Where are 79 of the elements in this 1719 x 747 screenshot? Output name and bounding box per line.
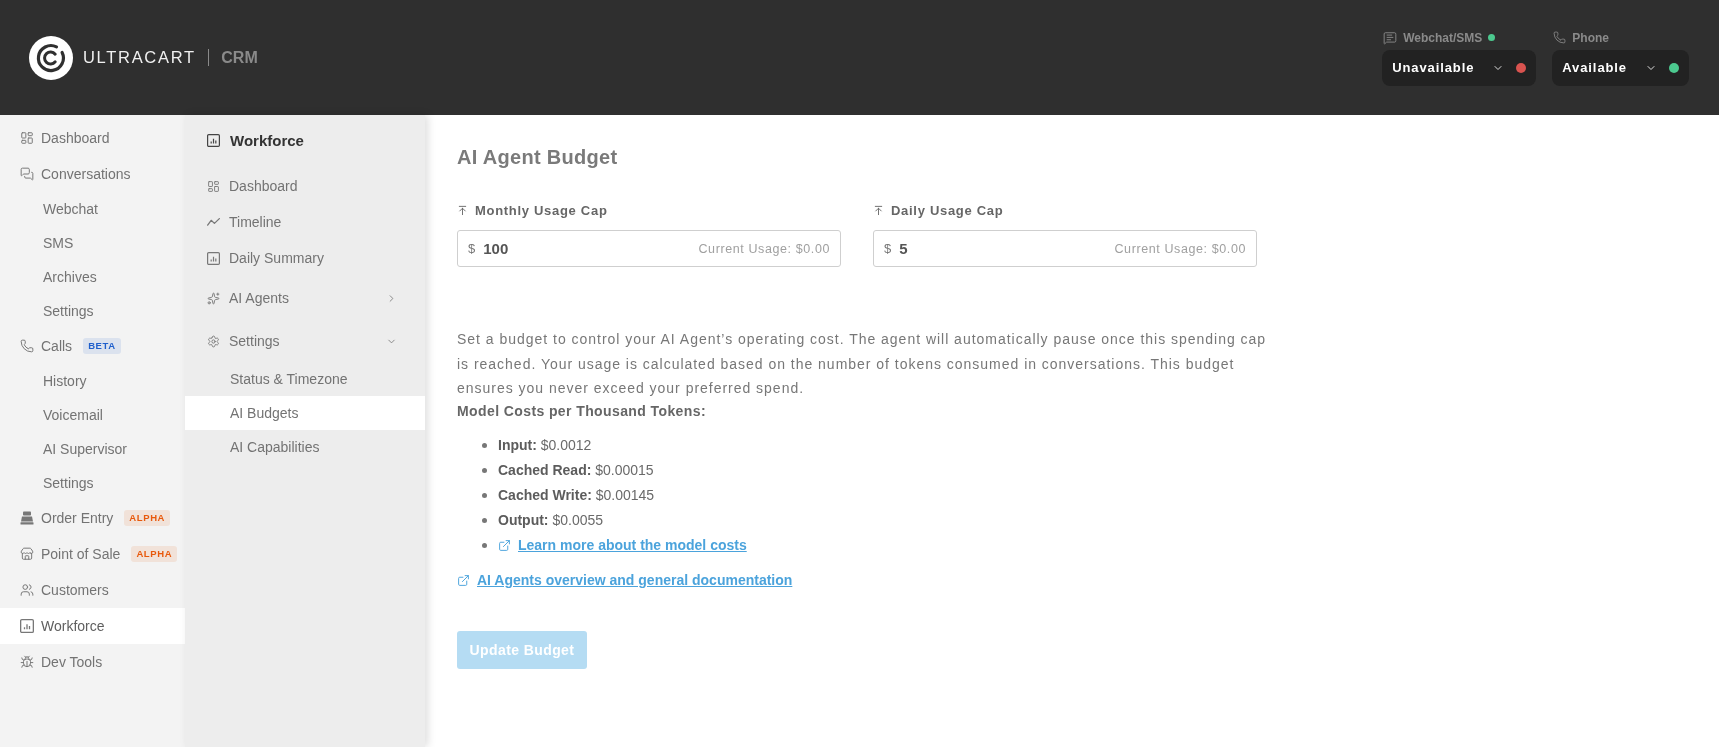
logo-icon [29,35,73,80]
section-nav-item[interactable]: Daily Summary [185,240,425,276]
model-cost-text: Cached Read: $0.00015 [498,462,654,479]
bullet-icon [482,442,487,448]
dashboard-grid-icon [207,179,220,193]
people-icon [20,583,34,597]
bar-chart-icon [207,133,220,147]
section-nav-item[interactable]: Settings [185,320,425,362]
nav-item[interactable]: Workforce [0,608,185,644]
section-title: Workforce [230,131,304,149]
bullet-icon [482,492,487,498]
nav-item[interactable]: Dashboard [0,120,185,156]
nav-subitem[interactable]: Webchat [0,192,185,226]
cap-label: Daily Usage Cap [891,202,1004,218]
release-tag: ALPHA [131,546,178,562]
budget-description: Set a budget to control your AI Agent’s operating cost. The agent will automatically pause once this spending cap is reached. Your usage is calculated based on the number of tokens consumed in conversations. This budget ensures you never exceed your preferred spend. [457,330,1268,399]
chat-message-icon [1383,30,1398,45]
bullet-icon [482,542,487,548]
documentation-link[interactable]: AI Agents overview and general documentation [457,572,793,589]
channel-label: Webchat/SMS [1403,30,1483,45]
page-title: AI Agent Budget [457,145,618,169]
status-dropdown[interactable]: Unavailable [1382,49,1537,86]
bullet-icon [482,467,487,473]
nav-subitem[interactable]: History [0,364,185,398]
sparkles-icon [207,291,220,305]
nav-item[interactable]: Point of Sale ALPHA [0,536,185,572]
nav-item[interactable]: Conversations [0,156,185,192]
nav-subitem[interactable]: Settings [0,466,185,500]
section-nav-subitem[interactable]: AI Capabilities [185,430,425,464]
nav-subitem[interactable]: SMS [0,226,185,260]
nav-item[interactable]: Customers [0,572,185,608]
brand-name: ULTRACART [83,48,196,67]
model-cost-text: Output: $0.0055 [498,512,604,529]
nav-subitem[interactable]: AI Supervisor [0,432,185,466]
model-costs-link[interactable]: Learn more about the model costs [498,537,747,554]
release-tag: ALPHA [124,510,171,526]
section-nav-item[interactable]: Dashboard [185,168,425,204]
dashboard-grid-icon [20,131,34,145]
cap-label: Monthly Usage Cap [475,202,608,218]
nav-subitem[interactable]: Voicemail [0,398,185,432]
nav-item[interactable]: Order Entry ALPHA [0,500,185,536]
cap-value-input[interactable]: 100 [483,240,691,257]
external-link-icon [498,538,511,552]
bug-icon [20,655,34,669]
settings-icon [207,334,220,348]
release-tag: BETA [83,338,121,354]
nav-subitem[interactable]: Settings [0,294,185,328]
bullet-icon [482,517,487,523]
phone-icon [20,339,34,353]
bar-chart-icon [20,619,34,633]
external-link-icon [457,573,470,587]
product-name: CRM [221,48,258,67]
line-chart-icon [207,218,220,226]
currency-prefix: $ [468,241,476,256]
section-nav-item[interactable]: AI Agents [185,277,425,319]
nav-subitem[interactable]: Archives [0,260,185,294]
usage-cap-field[interactable]: $ 5 Current Usage: $0.00 [873,230,1257,267]
nav-item[interactable]: Dev Tools [0,644,185,680]
chat-bubbles-icon [20,167,34,181]
arrow-up-to-line-icon [873,204,884,216]
cap-value-input[interactable]: 5 [899,240,1107,257]
arrow-up-to-line-icon [457,204,468,216]
costs-heading: Model Costs per Thousand Tokens: [457,401,706,421]
currency-prefix: $ [884,241,892,256]
cash-register-icon [20,511,34,525]
storefront-icon [20,547,34,561]
usage-cap-field[interactable]: $ 100 Current Usage: $0.00 [457,230,841,267]
section-nav-item[interactable]: Timeline [185,204,425,240]
status-dropdown[interactable]: Available [1552,49,1689,86]
current-usage-text: Current Usage: $0.00 [698,241,830,256]
model-cost-text: Input: $0.0012 [498,437,592,454]
model-cost-text: Cached Write: $0.00145 [498,487,655,504]
current-usage-text: Current Usage: $0.00 [1114,241,1246,256]
phone-icon [1553,31,1567,44]
bar-chart-icon [207,251,220,265]
channel-label: Phone [1572,30,1609,45]
nav-item[interactable]: Calls BETA [0,328,185,364]
section-nav-subitem[interactable]: Status & Timezone [185,362,425,396]
section-nav-subitem[interactable]: AI Budgets [185,396,425,430]
